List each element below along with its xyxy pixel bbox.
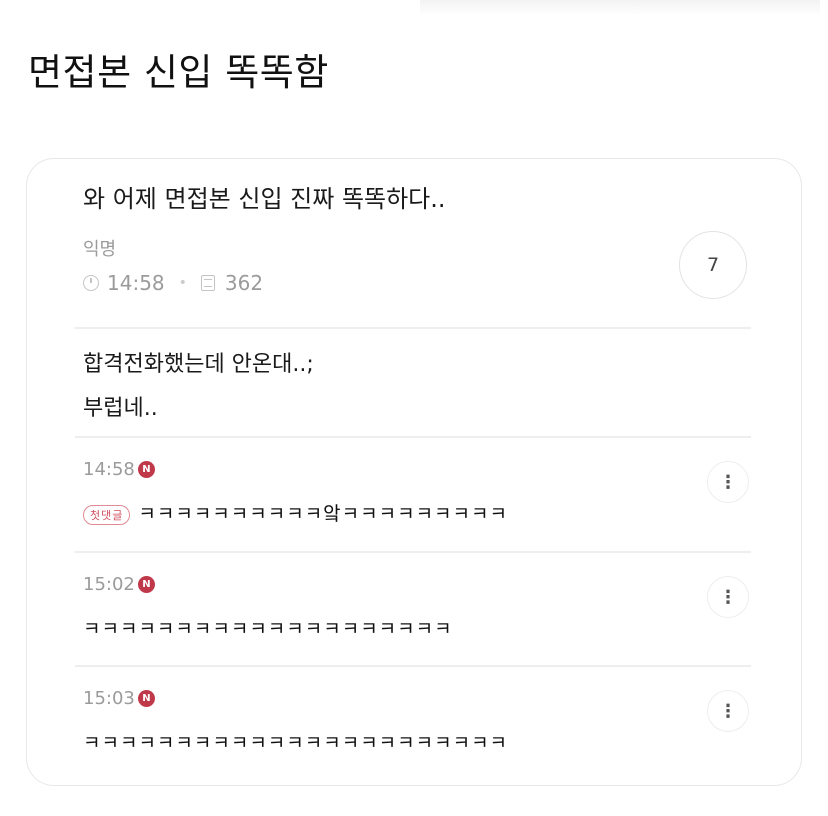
comment-count-button[interactable]: 7 <box>679 231 747 299</box>
comment-item: 15:02 N ㅋㅋㅋㅋㅋㅋㅋㅋㅋㅋㅋㅋㅋㅋㅋㅋㅋㅋㅋㅋ ⋮ <box>75 552 755 664</box>
post-body: 합격전화했는데 안온대..; 부럽네.. <box>83 343 314 431</box>
comment-item: 15:03 N ㅋㅋㅋㅋㅋㅋㅋㅋㅋㅋㅋㅋㅋㅋㅋㅋㅋㅋㅋㅋㅋㅋㅋ ⋮ <box>75 666 755 778</box>
post-body-line: 합격전화했는데 안온대..; <box>83 352 314 377</box>
page: 면접본 신입 똑똑함 와 어제 면접본 신입 진짜 똑똑하다.. 익명 14:5… <box>0 0 828 816</box>
comment-time: 15:02 N <box>83 574 155 595</box>
page-title: 면접본 신입 똑똑함 <box>28 51 329 94</box>
meta-separator: • <box>178 275 187 291</box>
comment-time: 14:58 N <box>83 459 155 480</box>
comment-text: 첫댓글 ㅋㅋㅋㅋㅋㅋㅋㅋㅋㅋ앜ㅋㅋㅋㅋㅋㅋㅋㅋㅋ <box>83 499 508 526</box>
post-body-line: 부럽네.. <box>83 396 158 421</box>
comment-time-label: 15:03 <box>83 688 135 709</box>
divider <box>75 327 751 329</box>
top-shadow <box>420 0 820 16</box>
more-vertical-icon[interactable]: ⋮ <box>707 576 749 618</box>
post-card: 와 어제 면접본 신입 진짜 똑똑하다.. 익명 14:58 • 362 7 합… <box>26 158 802 786</box>
comment-body: ㅋㅋㅋㅋㅋㅋㅋㅋㅋㅋ앜ㅋㅋㅋㅋㅋㅋㅋㅋㅋ <box>138 503 508 525</box>
more-vertical-icon[interactable]: ⋮ <box>707 461 749 503</box>
comment-time: 15:03 N <box>83 688 155 709</box>
post-meta: 14:58 • 362 <box>83 271 263 295</box>
post-title[interactable]: 와 어제 면접본 신입 진짜 똑똑하다.. <box>83 179 446 214</box>
comment-item: 14:58 N 첫댓글 ㅋㅋㅋㅋㅋㅋㅋㅋㅋㅋ앜ㅋㅋㅋㅋㅋㅋㅋㅋㅋ ⋮ <box>75 437 755 549</box>
new-badge: N <box>137 576 155 593</box>
document-icon <box>200 275 215 291</box>
new-badge: N <box>137 461 155 478</box>
comment-body: ㅋㅋㅋㅋㅋㅋㅋㅋㅋㅋㅋㅋㅋㅋㅋㅋㅋㅋㅋㅋㅋㅋㅋ <box>83 732 509 754</box>
post-author: 익명 <box>83 239 117 260</box>
comment-body: ㅋㅋㅋㅋㅋㅋㅋㅋㅋㅋㅋㅋㅋㅋㅋㅋㅋㅋㅋㅋ <box>83 618 453 640</box>
clock-icon <box>83 275 99 291</box>
comment-time-label: 15:02 <box>83 574 135 595</box>
post-views: 362 <box>224 271 264 295</box>
more-vertical-icon[interactable]: ⋮ <box>707 690 749 732</box>
new-badge: N <box>137 690 155 707</box>
comment-time-label: 14:58 <box>83 459 135 480</box>
post-time: 14:58 <box>107 271 165 295</box>
first-comment-badge: 첫댓글 <box>83 504 131 525</box>
